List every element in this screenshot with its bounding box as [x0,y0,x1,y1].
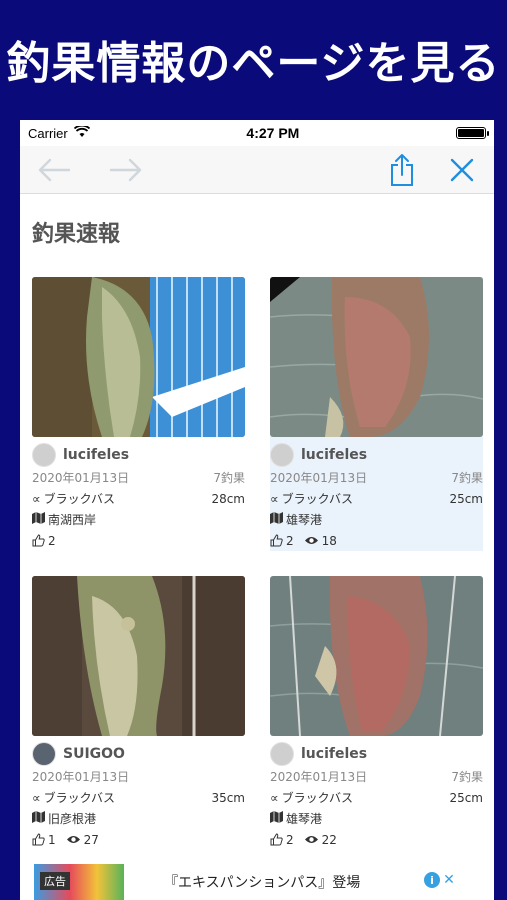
username[interactable]: lucifeles [301,746,367,762]
like-stat[interactable]: 2 [270,833,294,847]
fish-size: 35cm [211,790,245,805]
avatar[interactable] [32,443,56,467]
catch-card[interactable]: lucifeles 2020年01月13日 7釣果 ∝ ブラックバス 25cm 雄… [270,576,483,850]
fish-icon: ∝ [270,491,279,506]
view-stat: 18 [304,534,337,548]
fish-size: 25cm [449,491,483,506]
battery-icon [456,127,489,139]
eye-icon [66,836,80,843]
catch-card[interactable]: lucifeles 2020年01月13日 7釣果 ∝ ブラックバス 28cm 南… [32,277,245,551]
thumbs-up-icon [32,833,45,846]
location: 雄琴港 [286,812,323,826]
ad-image[interactable]: 広告 [34,864,124,900]
fish-icon: ∝ [32,790,41,805]
username[interactable]: lucifeles [63,447,129,463]
share-icon [391,154,413,186]
info-icon[interactable]: i [424,872,440,888]
share-button[interactable] [384,154,420,186]
fish-size: 25cm [449,790,483,805]
eye-icon [304,836,318,843]
species: ブラックバス [281,791,353,805]
arrow-right-icon [109,158,142,182]
catch-count: 7釣果 [451,471,483,485]
ad-banner[interactable]: 広告 『エキスパンションパス』登場 i ✕ [34,864,458,900]
fish-size: 28cm [211,491,245,506]
banner-title: 釣果情報のページを見る [6,38,501,89]
clock: 4:27 PM [246,125,300,141]
map-icon [270,512,283,527]
fish-icon: ∝ [32,491,41,506]
catch-card[interactable]: lucifeles 2020年01月13日 7釣果 ∝ ブラックバス 25cm 雄… [270,277,483,551]
location: 南湖西岸 [48,513,97,527]
location: 雄琴港 [286,513,323,527]
thumbs-up-icon [270,833,283,846]
catch-photo[interactable] [32,277,245,437]
avatar[interactable] [270,443,294,467]
like-count: 1 [48,832,56,847]
catch-date: 2020年01月13日 [32,770,130,784]
eye-icon [304,537,318,544]
catch-date: 2020年01月13日 [270,471,368,485]
catch-date: 2020年01月13日 [32,471,130,485]
view-count: 22 [321,832,337,847]
view-count: 27 [83,832,99,847]
close-icon [450,158,474,182]
catch-photo[interactable] [32,576,245,736]
close-icon[interactable]: ✕ [442,872,456,888]
wifi-icon [73,124,90,141]
browser-toolbar [20,146,494,194]
section-title: 釣果速報 [32,222,121,247]
ad-text[interactable]: 『エキスパンションパス』登場 [164,872,360,892]
like-stat[interactable]: 1 [32,833,56,847]
catch-date: 2020年01月13日 [270,770,368,784]
like-count: 2 [286,533,294,548]
status-bar: Carrier 4:27 PM [20,120,494,146]
species: ブラックバス [43,492,115,506]
forward-button[interactable] [108,154,144,186]
like-count: 2 [286,832,294,847]
location: 旧彦根港 [48,812,97,826]
like-count: 2 [48,533,56,548]
catch-photo[interactable] [270,277,483,437]
username[interactable]: lucifeles [301,447,367,463]
map-icon [32,811,45,826]
species: ブラックバス [43,791,115,805]
map-icon [270,811,283,826]
carrier-label: Carrier [28,125,68,141]
like-stat[interactable]: 2 [32,534,56,548]
promo-banner: 釣果情報のページを見る [0,0,507,118]
species: ブラックバス [281,492,353,506]
avatar[interactable] [270,742,294,766]
phone-screen: Carrier 4:27 PM 釣果速報 lucifeles 2020年01月1… [20,120,494,900]
thumbs-up-icon [270,534,283,547]
view-stat: 27 [66,833,99,847]
catch-count: 7釣果 [213,471,245,485]
catch-count: 7釣果 [451,770,483,784]
like-stat[interactable]: 2 [270,534,294,548]
fish-icon: ∝ [270,790,279,805]
close-button[interactable] [444,154,480,186]
avatar[interactable] [32,742,56,766]
view-stat: 22 [304,833,337,847]
map-icon [32,512,45,527]
back-button[interactable] [36,154,72,186]
arrow-left-icon [38,158,71,182]
view-count: 18 [321,533,337,548]
catch-card[interactable]: SUIGOO 2020年01月13日 ∝ ブラックバス 35cm 旧彦根港 1 2… [32,576,245,850]
catch-photo[interactable] [270,576,483,736]
ad-label: 広告 [40,872,70,890]
username[interactable]: SUIGOO [63,746,125,762]
thumbs-up-icon [32,534,45,547]
